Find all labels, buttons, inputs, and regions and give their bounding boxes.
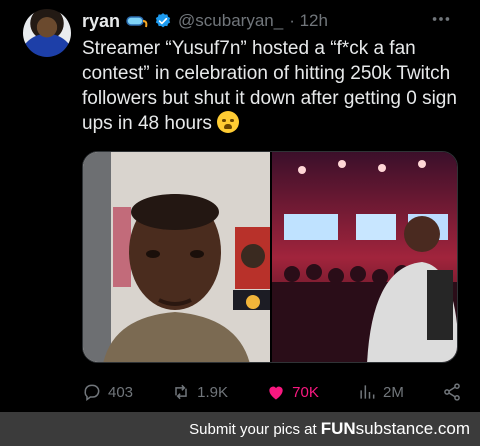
brand-substance: substance (355, 419, 434, 438)
retweet-button[interactable]: 1.9K (171, 382, 228, 402)
like-button[interactable]: 70K (266, 382, 319, 402)
verified-badge-icon (155, 13, 171, 28)
tweet-header: ryan @scubaryan_ · 12h (82, 8, 328, 34)
brand-fun: FUN (320, 419, 356, 438)
tweet-media[interactable] (82, 151, 458, 363)
tweet-actions: 403 1.9K 70K 2M (82, 378, 462, 406)
retweet-icon (175, 384, 187, 400)
tweet-card: ryan @scubaryan_ · 12h Streamer “Yusuf7n… (0, 0, 480, 412)
tweet-body: Streamer “Yusuf7n” hosted a “f*ck a fan … (82, 38, 457, 134)
footer-caption: Submit your pics at (189, 420, 317, 438)
reply-icon (84, 384, 100, 401)
funsubstance-logo[interactable]: FUNsubstance.com (321, 419, 470, 439)
retweet-count: 1.9K (197, 383, 229, 401)
media-photo-streamer[interactable] (83, 152, 270, 362)
goggles-icon (126, 14, 148, 28)
like-count: 70K (292, 383, 319, 401)
tweet-time[interactable]: · 12h (289, 11, 328, 31)
crying-face-icon (217, 111, 240, 133)
avatar[interactable] (23, 9, 71, 57)
heart-icon (269, 386, 283, 400)
reply-button[interactable]: 403 (82, 382, 133, 402)
reply-count: 403 (108, 383, 134, 401)
more-icon[interactable] (430, 8, 452, 35)
user-handle[interactable]: @scubaryan_ (178, 11, 283, 31)
display-name[interactable]: ryan (82, 11, 120, 32)
tweet-text: Streamer “Yusuf7n” hosted a “f*ck a fan … (82, 36, 462, 136)
views-icon (360, 385, 375, 399)
brand-domain: .com (433, 419, 470, 438)
view-count: 2M (383, 383, 404, 401)
share-button[interactable] (442, 382, 462, 402)
media-photo-crowd[interactable] (272, 152, 457, 362)
views-button[interactable]: 2M (357, 382, 404, 402)
share-icon (444, 383, 460, 401)
funsubstance-footer: Submit your pics at FUNsubstance.com (0, 412, 480, 446)
